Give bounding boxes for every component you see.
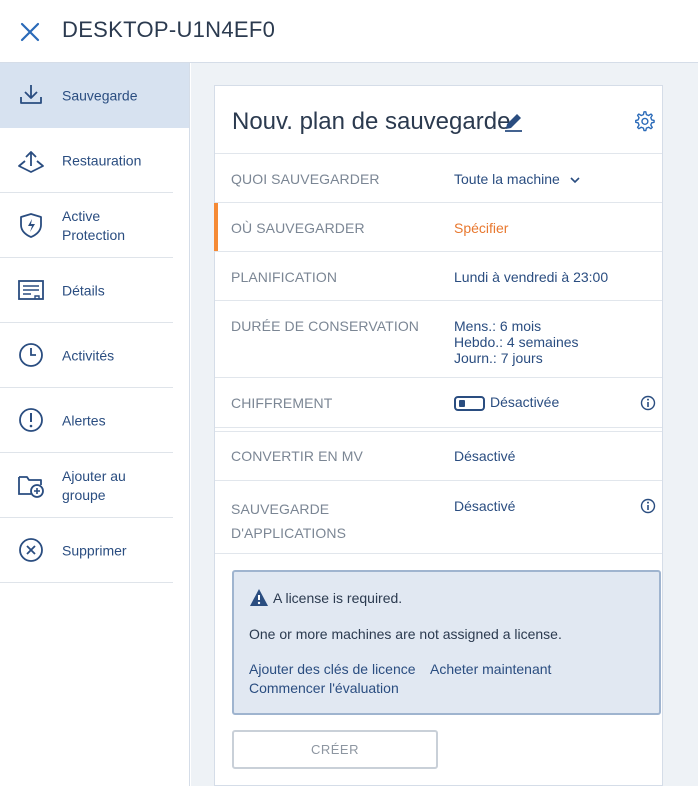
convert-vm-link[interactable]: Désactivé bbox=[454, 448, 515, 464]
encryption-toggle[interactable] bbox=[454, 395, 485, 411]
sidebar-item-label: Détails bbox=[62, 282, 105, 298]
dropdown-value: Toute la machine bbox=[454, 171, 560, 187]
row-label: DURÉE DE CONSERVATION bbox=[231, 318, 420, 334]
close-icon[interactable] bbox=[18, 20, 42, 44]
sidebar-item-delete[interactable]: Supprimer bbox=[0, 518, 189, 583]
top-bar: DESKTOP-U1N4EF0 bbox=[0, 0, 698, 63]
retention-monthly: Mens.: 6 mois bbox=[454, 318, 542, 334]
row-label: PLANIFICATION bbox=[231, 269, 338, 285]
row-label: QUOI SAUVEGARDER bbox=[231, 171, 380, 187]
warning-triangle-icon bbox=[250, 589, 268, 606]
backup-plan-card: Nouv. plan de sauvegarde QUOI SAUVEGARDE… bbox=[214, 85, 663, 786]
sidebar-item-label: Sauvegarde bbox=[62, 87, 138, 103]
row-label: CHIFFREMENT bbox=[231, 395, 333, 411]
row-convert-vm: CONVERTIR EN MV Désactivé bbox=[215, 431, 662, 480]
sidebar-item-label: Restauration bbox=[62, 152, 142, 168]
sidebar-item-label: Activités bbox=[62, 347, 115, 363]
schedule-link[interactable]: Lundi à vendredi à 23:00 bbox=[454, 269, 608, 285]
retention-daily: Journ.: 7 jours bbox=[454, 350, 543, 366]
info-icon[interactable] bbox=[640, 498, 656, 514]
sidebar-item-activities[interactable]: Activités bbox=[0, 323, 189, 388]
sidebar: Sauvegarde Restauration Active Protectio… bbox=[0, 63, 190, 786]
chevron-down-icon bbox=[570, 177, 580, 184]
sidebar-item-active-protection[interactable]: Active Protection bbox=[0, 193, 189, 258]
row-schedule: PLANIFICATION Lundi à vendredi à 23:00 bbox=[215, 251, 662, 300]
license-warning-box: A license is required. One or more machi… bbox=[232, 570, 661, 715]
sidebar-item-label: Active Protection bbox=[62, 207, 126, 243]
buy-now-link[interactable]: Acheter maintenant bbox=[430, 661, 551, 677]
add-license-keys-link[interactable]: Ajouter des clés de licence bbox=[249, 661, 416, 677]
row-label: OÙ SAUVEGARDER bbox=[231, 220, 365, 236]
sidebar-item-label: Supprimer bbox=[62, 542, 127, 558]
sidebar-item-backup[interactable]: Sauvegarde bbox=[0, 63, 189, 128]
encryption-setting: Désactivée bbox=[454, 394, 559, 411]
create-button[interactable]: CRÉER bbox=[232, 730, 438, 769]
encryption-value: Désactivée bbox=[490, 394, 560, 410]
sidebar-item-add-to-group[interactable]: Ajouter au groupe bbox=[0, 453, 189, 518]
gear-icon[interactable] bbox=[633, 110, 655, 132]
shield-icon bbox=[20, 213, 42, 238]
sidebar-item-alerts[interactable]: Alertes bbox=[0, 388, 189, 453]
sidebar-item-details[interactable]: Détails bbox=[0, 258, 189, 323]
retention-weekly: Hebdo.: 4 semaines bbox=[454, 334, 579, 350]
row-app-backup: SAUVEGARDE D'APPLICATIONS Désactivé bbox=[215, 480, 662, 553]
details-icon bbox=[18, 280, 44, 300]
row-what-to-backup: QUOI SAUVEGARDER Toute la machine bbox=[215, 153, 662, 202]
row-retention: DURÉE DE CONSERVATION Mens.: 6 mois Hebd… bbox=[215, 300, 662, 377]
recovery-icon bbox=[18, 151, 44, 173]
pencil-icon[interactable] bbox=[502, 110, 526, 134]
section-divider bbox=[215, 553, 662, 554]
clock-icon bbox=[19, 343, 43, 367]
main-panel: Nouv. plan de sauvegarde QUOI SAUVEGARDE… bbox=[191, 63, 698, 786]
license-title: A license is required. bbox=[273, 590, 403, 606]
alert-icon bbox=[19, 408, 43, 432]
row-where-to-backup: OÙ SAUVEGARDER Spécifier bbox=[214, 202, 662, 251]
retention-link[interactable]: Mens.: 6 mois Hebdo.: 4 semaines Journ.:… bbox=[454, 318, 579, 366]
warning-marker bbox=[214, 203, 218, 251]
add-folder-icon bbox=[18, 476, 44, 498]
row-label: SAUVEGARDE D'APPLICATIONS bbox=[231, 501, 347, 541]
row-encryption: CHIFFREMENT Désactivée bbox=[215, 377, 662, 427]
license-message: One or more machines are not assigned a … bbox=[249, 626, 562, 642]
row-label: CONVERTIR EN MV bbox=[231, 448, 363, 464]
sidebar-item-recovery[interactable]: Restauration bbox=[0, 128, 189, 193]
specify-location-link[interactable]: Spécifier bbox=[454, 220, 508, 236]
sidebar-item-label: Alertes bbox=[62, 412, 106, 428]
delete-circle-icon bbox=[19, 538, 43, 562]
start-trial-link[interactable]: Commencer l'évaluation bbox=[249, 680, 399, 696]
sidebar-item-label: Ajouter au groupe bbox=[62, 467, 126, 503]
machine-title: DESKTOP-U1N4EF0 bbox=[62, 17, 276, 42]
backup-icon bbox=[20, 85, 42, 104]
plan-title: Nouv. plan de sauvegarde bbox=[232, 108, 511, 135]
app-backup-link[interactable]: Désactivé bbox=[454, 498, 515, 514]
what-to-backup-dropdown[interactable]: Toute la machine bbox=[454, 171, 580, 187]
info-icon[interactable] bbox=[640, 395, 656, 411]
